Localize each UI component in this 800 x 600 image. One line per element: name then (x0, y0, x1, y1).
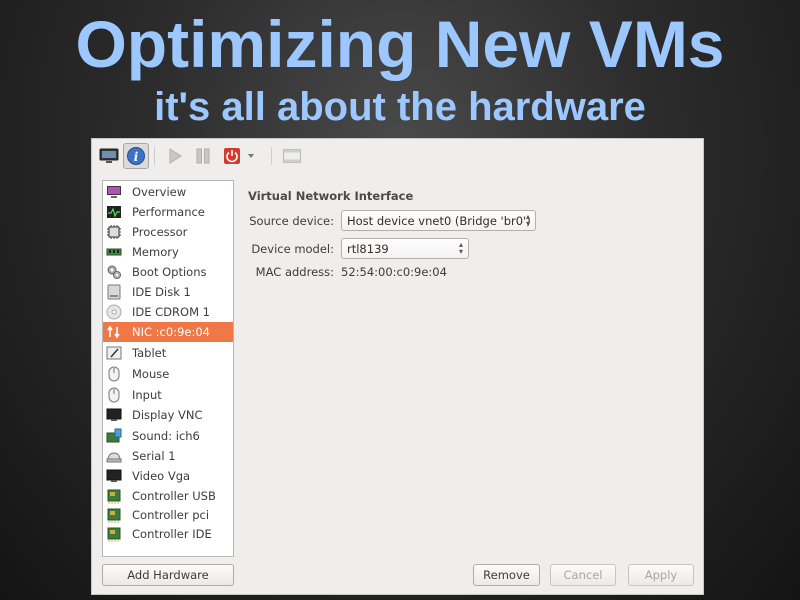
hardware-item-controller-pci[interactable]: Controller pci (103, 505, 233, 525)
hardware-item-input[interactable]: Input (103, 385, 233, 405)
svg-text:i: i (134, 150, 139, 164)
device-model-select[interactable]: rtl8139 ▴ ▾ (341, 238, 469, 259)
pause-icon[interactable] (190, 143, 216, 169)
hardware-item-serial[interactable]: Serial 1 (103, 446, 233, 466)
cdrom-icon (105, 303, 123, 321)
hardware-item-mouse[interactable]: Mouse (103, 364, 233, 384)
controller-icon (105, 506, 123, 524)
hardware-item-memory[interactable]: Memory (103, 242, 233, 262)
mac-address-value: 52:54:00:c0:9e:04 (341, 265, 447, 279)
hardware-list[interactable]: Overview Performance Processor Memory Bo… (102, 180, 234, 557)
hardware-item-video[interactable]: Video Vga (103, 466, 233, 486)
controller-icon (105, 487, 123, 505)
console-icon[interactable] (96, 143, 122, 169)
spinner-arrows-icon: ▴ ▾ (525, 212, 530, 228)
source-device-select[interactable]: Host device vnet0 (Bridge 'br0') ▴ ▾ (341, 210, 536, 231)
display-icon (105, 406, 123, 424)
hardware-item-controller-usb[interactable]: Controller USB (103, 486, 233, 506)
overview-icon (105, 183, 123, 201)
remove-button[interactable]: Remove (473, 564, 540, 586)
hardware-item-boot-options[interactable]: Boot Options (103, 262, 233, 282)
hardware-item-sound[interactable]: Sound: ich6 (103, 426, 233, 446)
boot-options-icon (105, 263, 123, 281)
device-model-label: Device model: (251, 242, 334, 256)
nic-icon (105, 323, 123, 341)
dropdown-icon[interactable] (244, 143, 258, 169)
hardware-item-controller-ide[interactable]: Controller IDE (103, 524, 233, 544)
hardware-item-tablet[interactable]: Tablet (103, 343, 233, 363)
performance-icon (105, 203, 123, 221)
serial-icon (105, 447, 123, 465)
apply-button[interactable]: Apply (628, 564, 694, 586)
slide-title: Optimizing New VMs (75, 7, 725, 81)
add-hardware-button[interactable]: Add Hardware (102, 564, 234, 586)
hardware-item-ide-cdrom[interactable]: IDE CDROM 1 (103, 302, 233, 322)
source-device-label: Source device: (249, 214, 334, 228)
processor-icon (105, 223, 123, 241)
hardware-item-processor[interactable]: Processor (103, 222, 233, 242)
hardware-item-display[interactable]: Display VNC (103, 405, 233, 425)
spinner-arrows-icon: ▴ ▾ (458, 240, 463, 256)
mouse-icon (105, 365, 123, 383)
section-heading: Virtual Network Interface (248, 189, 414, 203)
hardware-item-nic[interactable]: NIC :c0:9e:04 (103, 322, 233, 342)
hardware-item-performance[interactable]: Performance (103, 202, 233, 222)
toolbar-separator (271, 147, 272, 165)
toolbar: i (92, 139, 703, 173)
disk-icon (105, 283, 123, 301)
shutdown-icon[interactable] (219, 143, 245, 169)
sound-icon (105, 427, 123, 445)
mac-address-label: MAC address: (255, 265, 334, 279)
controller-icon (105, 525, 123, 543)
input-icon (105, 386, 123, 404)
toolbar-separator (154, 147, 155, 165)
video-icon (105, 467, 123, 485)
hardware-item-overview[interactable]: Overview (103, 182, 233, 202)
slide-subtitle: it's all about the hardware (154, 85, 646, 129)
info-icon[interactable]: i (123, 143, 149, 169)
hardware-item-ide-disk[interactable]: IDE Disk 1 (103, 282, 233, 302)
vm-details-window: i Overview Performance Processor Memory … (91, 138, 704, 595)
tablet-icon (105, 344, 123, 362)
run-icon[interactable] (162, 143, 188, 169)
cancel-button[interactable]: Cancel (550, 564, 616, 586)
fullscreen-icon[interactable] (279, 143, 305, 169)
memory-icon (105, 243, 123, 261)
